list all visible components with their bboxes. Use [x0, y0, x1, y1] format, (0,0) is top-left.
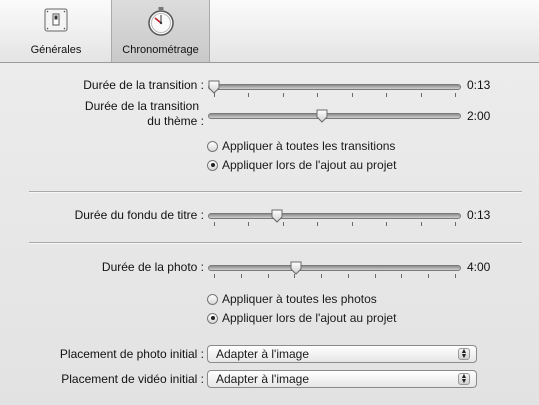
apply-all-photos-label: Appliquer à toutes les photos	[222, 292, 377, 306]
title-fade-slider[interactable]	[208, 209, 461, 229]
slider-tick	[351, 222, 353, 226]
slider-tick	[282, 93, 284, 97]
slider-knob[interactable]	[271, 209, 283, 228]
transition-duration-value: 0:13	[467, 78, 491, 92]
transition-duration-slider[interactable]	[208, 80, 461, 100]
initial-video-placement-value: Adapter à l'image	[216, 372, 310, 386]
preferences-toolbar: Générales Chronométrage	[0, 0, 539, 63]
slider-tick	[401, 274, 403, 278]
slider-track	[208, 113, 461, 119]
slider-tick	[351, 93, 353, 97]
apply-on-add-transitions-option[interactable]: Appliquer lors de l'ajout au projet	[207, 158, 396, 172]
slider-tick	[214, 274, 215, 278]
slider-tick	[420, 222, 422, 226]
slider-tick	[428, 274, 430, 278]
slider-tick	[455, 93, 456, 97]
slider-tick	[248, 222, 250, 226]
slider-tick	[347, 274, 349, 278]
initial-video-placement-label: Placement de vidéo initial :	[61, 372, 204, 386]
slider-tick	[374, 274, 376, 278]
apply-all-transitions-label: Appliquer à toutes les transitions	[222, 139, 396, 153]
slider-tick	[455, 222, 456, 226]
apply-on-add-transitions-radio[interactable]	[207, 159, 218, 171]
title-fade-label: Durée du fondu de titre :	[74, 208, 204, 222]
stopwatch-icon	[146, 6, 176, 41]
theme-transition-label-line2: du thème :	[147, 114, 204, 128]
theme-transition-label-line1: Durée de la transition	[84, 99, 199, 113]
slider-track	[208, 265, 461, 271]
photo-duration-label: Durée de la photo :	[101, 260, 204, 274]
initial-video-placement-select[interactable]: Adapter à l'image ▲ ▼	[207, 370, 477, 388]
apply-all-transitions-radio[interactable]	[207, 140, 218, 152]
photo-duration-slider[interactable]	[208, 261, 461, 281]
slider-tick	[317, 222, 319, 226]
initial-photo-placement-label: Placement de photo initial :	[59, 347, 204, 361]
tab-timing-label: Chronométrage	[122, 44, 199, 56]
slider-tick	[214, 222, 215, 226]
apply-all-photos-option[interactable]: Appliquer à toutes les photos	[207, 292, 377, 306]
timing-settings-panel: Durée de la transition : 0:13 Durée de l…	[0, 63, 539, 405]
initial-photo-placement-select[interactable]: Adapter à l'image ▲ ▼	[207, 345, 477, 363]
slider-knob[interactable]	[208, 80, 220, 99]
apply-all-transitions-option[interactable]: Appliquer à toutes les transitions	[207, 139, 395, 153]
apply-on-add-photos-radio[interactable]	[207, 312, 218, 324]
apply-on-add-photos-option[interactable]: Appliquer lors de l'ajout au projet	[207, 311, 396, 325]
apply-on-add-transitions-label: Appliquer lors de l'ajout au projet	[222, 158, 397, 172]
slider-tick	[455, 274, 456, 278]
separator	[29, 242, 522, 244]
apply-all-photos-radio[interactable]	[207, 293, 218, 305]
tab-timing[interactable]: Chronométrage	[111, 0, 210, 62]
tab-general-label: Générales	[30, 44, 82, 56]
slider-tick	[267, 274, 269, 278]
title-fade-value: 0:13	[467, 208, 491, 222]
slider-tick	[317, 93, 319, 97]
slider-tick	[282, 222, 284, 226]
slider-knob[interactable]	[316, 109, 328, 128]
tab-general[interactable]: Générales	[16, 0, 96, 62]
slider-tick	[386, 93, 388, 97]
initial-photo-placement-value: Adapter à l'image	[216, 347, 310, 361]
transition-duration-label: Durée de la transition :	[83, 78, 204, 92]
slider-knob[interactable]	[290, 261, 302, 280]
theme-transition-duration-slider[interactable]	[208, 109, 461, 129]
slider-track	[208, 213, 461, 219]
select-arrows-icon: ▲ ▼	[458, 373, 470, 385]
slider-tick	[248, 93, 250, 97]
separator	[29, 191, 522, 193]
photo-duration-value: 4:00	[467, 260, 491, 274]
switch-icon	[41, 6, 71, 39]
select-arrows-icon: ▲ ▼	[458, 348, 470, 360]
slider-tick	[420, 93, 422, 97]
theme-transition-duration-value: 2:00	[467, 109, 491, 123]
slider-tick	[321, 274, 323, 278]
apply-on-add-photos-label: Appliquer lors de l'ajout au projet	[222, 311, 397, 325]
slider-tick	[386, 222, 388, 226]
slider-tick	[240, 274, 242, 278]
slider-track	[208, 84, 461, 90]
